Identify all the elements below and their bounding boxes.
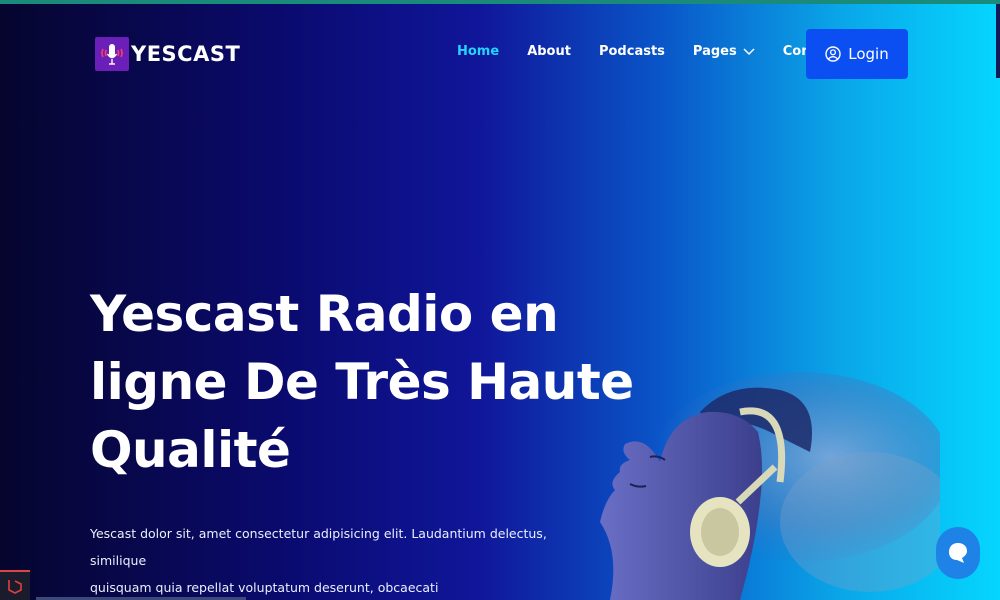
person-with-headphones-image xyxy=(600,372,940,600)
brand-name: YESCAST xyxy=(131,42,241,66)
top-border xyxy=(0,0,1000,4)
chevron-down-icon xyxy=(743,47,755,55)
chat-bubble-icon xyxy=(949,543,967,563)
nav-about[interactable]: About xyxy=(527,44,571,59)
hero-description-line: Yescast dolor sit, amet consectetur adip… xyxy=(90,526,547,568)
user-circle-icon xyxy=(825,46,841,62)
scrollbar[interactable] xyxy=(996,4,1000,78)
laravel-icon[interactable] xyxy=(0,570,30,600)
login-label: Login xyxy=(848,45,889,63)
hero-title-line: Yescast Radio en xyxy=(90,285,559,343)
hero-title-line: ligne De Très Haute xyxy=(90,353,634,411)
hero-description-line: quisquam quia repellat voluptatum deseru… xyxy=(90,580,439,595)
nav-podcasts[interactable]: Podcasts xyxy=(599,44,665,59)
hero-title: Yescast Radio en ligne De Très Haute Qua… xyxy=(90,280,634,484)
chat-widget-button[interactable] xyxy=(936,527,980,579)
nav-home[interactable]: Home xyxy=(457,44,499,59)
nav-pages[interactable]: Pages xyxy=(693,44,755,59)
hero-title-line: Qualité xyxy=(90,421,291,479)
page: YESCAST Home About Podcasts Pages Contac… xyxy=(0,0,1000,600)
nav-pages-label: Pages xyxy=(692,44,737,59)
brand-logo[interactable]: YESCAST xyxy=(95,37,240,71)
login-button[interactable]: Login xyxy=(806,29,908,79)
microphone-icon xyxy=(95,37,129,71)
main-nav: Home About Podcasts Pages Contact xyxy=(457,44,839,59)
hero-description: Yescast dolor sit, amet consectetur adip… xyxy=(90,520,550,600)
